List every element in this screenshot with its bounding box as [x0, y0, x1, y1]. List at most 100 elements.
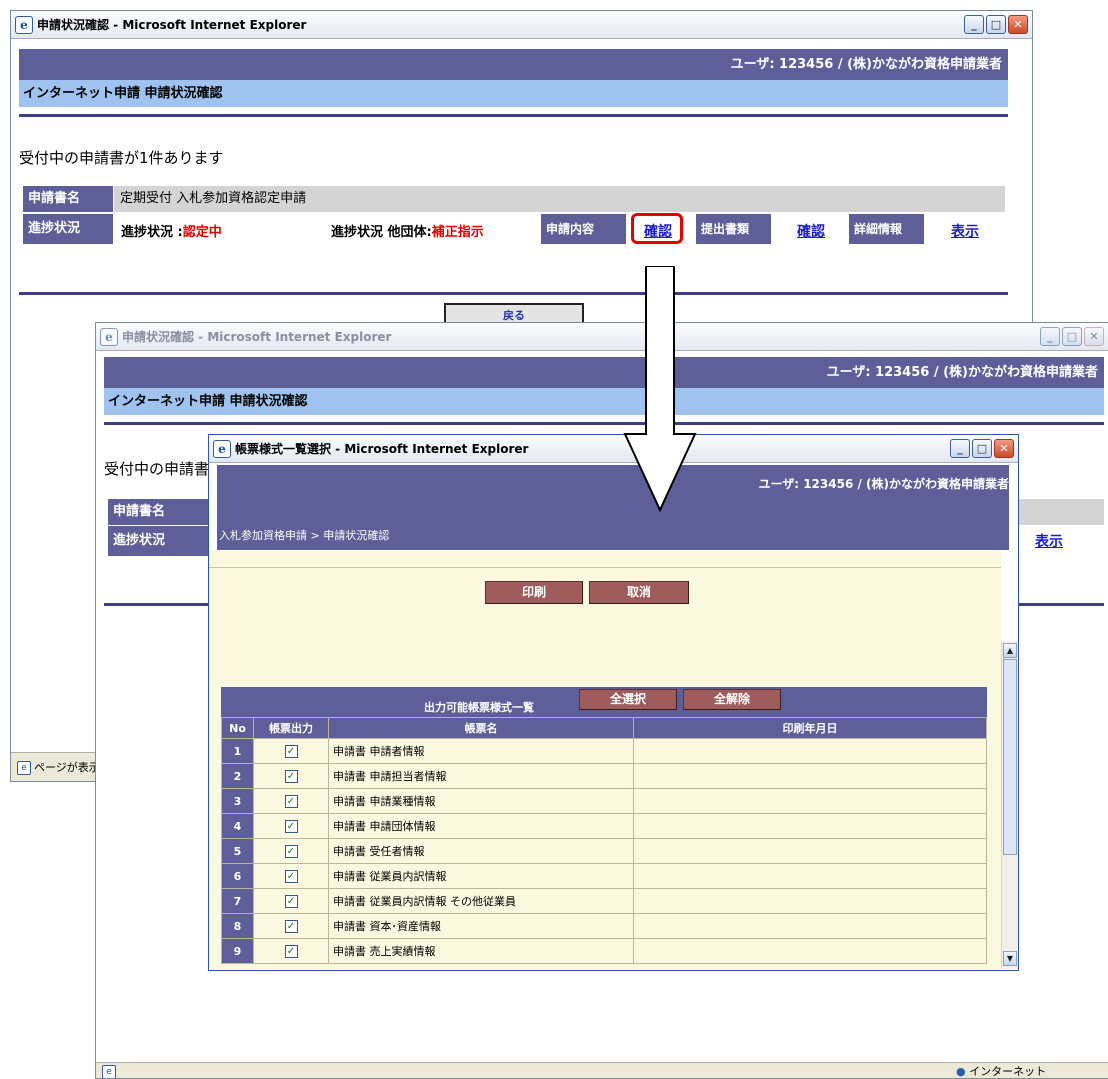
row-number: 5: [221, 838, 254, 864]
close-icon[interactable]: ✕: [1084, 327, 1104, 346]
close-icon[interactable]: ✕: [1008, 15, 1028, 34]
progress-label: 進捗状況: [108, 526, 208, 556]
row-number: 7: [221, 888, 254, 914]
form-name: 申請書 資本･資産情報: [328, 913, 634, 939]
ie-icon: e: [15, 15, 33, 34]
list-title: 出力可能帳票様式一覧: [424, 701, 534, 714]
zone-indicator: ● インターネット: [956, 1063, 1046, 1078]
message-text: 受付中の申請書: [104, 460, 210, 478]
table-header-row: No 帳票出力 帳票名 印刷年月日: [221, 717, 987, 739]
table-row: 8 ✓ 申請書 資本･資産情報: [221, 913, 987, 939]
print-date: [633, 838, 987, 864]
title-bar[interactable]: e 申請状況確認 - Microsoft Internet Explorer _…: [11, 11, 1032, 39]
header-rule: [104, 422, 1104, 425]
print-date: [633, 738, 987, 764]
status-bar: e ● インターネット: [96, 1062, 1108, 1078]
form-select-window: e 帳票様式一覧選択 - Microsoft Internet Explorer…: [208, 434, 1019, 971]
page-title: インターネット申請 申請状況確認: [23, 86, 223, 101]
output-checkbox[interactable]: ✓: [284, 770, 298, 783]
output-checkbox[interactable]: ✓: [284, 820, 298, 833]
print-date: [633, 863, 987, 889]
output-checkbox-cell: ✓: [253, 938, 329, 964]
print-date: [633, 763, 987, 789]
footer-rule: [19, 292, 1008, 295]
output-checkbox[interactable]: ✓: [284, 870, 298, 883]
output-checkbox-cell: ✓: [253, 813, 329, 839]
other-org-status-value: 補正指示: [431, 225, 484, 240]
print-button[interactable]: 印刷: [485, 581, 583, 604]
output-checkbox[interactable]: ✓: [284, 745, 298, 758]
row-number: 1: [221, 738, 254, 764]
form-name: 申請書 申請業種情報: [328, 788, 634, 814]
user-info: ユーザ: 123456 / (株)かながわ資格申請業者: [826, 365, 1098, 380]
form-name: 申請書 売上実績情報: [328, 938, 634, 964]
scroll-thumb[interactable]: [1003, 659, 1017, 855]
page-title: インターネット申請 申請状況確認: [108, 394, 308, 409]
window-title: 申請状況確認 - Microsoft Internet Explorer: [122, 330, 392, 344]
form-name: 申請書 従業員内訳情報: [328, 863, 634, 889]
row-number: 9: [221, 938, 254, 964]
clear-all-button[interactable]: 全解除: [683, 689, 781, 710]
form-name: 申請書 受任者情報: [328, 838, 634, 864]
print-date: [633, 813, 987, 839]
row-number: 8: [221, 913, 254, 939]
row-number: 2: [221, 763, 254, 789]
status-text: ページが表示: [34, 761, 100, 774]
form-list-table: No 帳票出力 帳票名 印刷年月日 1 ✓ 申請書 申請者情報 2 ✓ 申請書 申請担当者…: [221, 717, 987, 964]
output-checkbox-cell: ✓: [253, 763, 329, 789]
output-checkbox[interactable]: ✓: [284, 795, 298, 808]
scroll-down-icon[interactable]: ▼: [1003, 951, 1017, 966]
output-checkbox[interactable]: ✓: [284, 920, 298, 933]
vertical-scrollbar[interactable]: ▲ ▼: [1001, 641, 1018, 969]
progress-status-value: 認定中: [182, 225, 222, 240]
user-bar: ユーザ: 123456 / (株)かながわ資格申請業者: [19, 49, 1008, 80]
print-date: [633, 888, 987, 914]
form-name: 申請書 申請団体情報: [328, 813, 634, 839]
body-rule: [209, 567, 1001, 568]
table-row: 5 ✓ 申請書 受任者情報: [221, 838, 987, 864]
minimize-icon[interactable]: _: [950, 439, 970, 458]
form-name: 申請書 申請者情報: [328, 738, 634, 764]
output-checkbox[interactable]: ✓: [284, 845, 298, 858]
other-org-status-prefix: 進捗状況 他団体:: [331, 225, 432, 240]
other-org-status: 進捗状況 他団体:補正指示: [331, 221, 484, 240]
user-info: ユーザ: 123456 / (株)かながわ資格申請業者: [758, 477, 1009, 491]
minimize-icon[interactable]: _: [964, 15, 984, 34]
table-row: 4 ✓ 申請書 申請団体情報: [221, 813, 987, 839]
col-output: 帳票出力: [253, 717, 329, 739]
output-checkbox-cell: ✓: [253, 838, 329, 864]
documents-label: 提出書類: [696, 214, 771, 244]
maximize-icon[interactable]: □: [986, 15, 1006, 34]
output-checkbox-cell: ✓: [253, 913, 329, 939]
title-bar[interactable]: e 帳票様式一覧選択 - Microsoft Internet Explorer…: [209, 435, 1018, 463]
maximize-icon[interactable]: □: [972, 439, 992, 458]
col-print-date: 印刷年月日: [633, 717, 987, 739]
output-checkbox[interactable]: ✓: [284, 945, 298, 958]
maximize-icon[interactable]: □: [1062, 327, 1082, 346]
user-info: ユーザ: 123456 / (株)かながわ資格申請業者: [730, 57, 1002, 72]
breadcrumb: 入札参加資格申請 > 申請状況確認: [219, 529, 390, 542]
close-icon[interactable]: ✕: [994, 439, 1014, 458]
form-name: 申請書 従業員内訳情報 その他従業員: [328, 888, 634, 914]
documents-confirm-link[interactable]: 確認: [797, 221, 825, 241]
highlight-box: [631, 213, 683, 244]
detail-show-link[interactable]: 表示: [1035, 531, 1063, 551]
title-bar-inactive[interactable]: e 申請状況確認 - Microsoft Internet Explorer _…: [96, 323, 1108, 351]
minimize-icon[interactable]: _: [1040, 327, 1060, 346]
progress-label: 進捗状況: [23, 214, 113, 244]
row-number: 3: [221, 788, 254, 814]
header-rule: [19, 114, 1008, 117]
detail-show-link[interactable]: 表示: [951, 221, 979, 241]
table-row: 9 ✓ 申請書 売上実績情報: [221, 938, 987, 964]
output-checkbox-cell: ✓: [253, 738, 329, 764]
output-checkbox[interactable]: ✓: [284, 895, 298, 908]
col-form-name: 帳票名: [328, 717, 634, 739]
page-icon: e: [17, 761, 31, 775]
print-date: [633, 788, 987, 814]
application-name-value: 定期受付 入札参加資格認定申請: [114, 186, 1005, 212]
message-text: 受付中の申請書が1件あります: [19, 149, 224, 167]
form-name: 申請書 申請担当者情報: [328, 763, 634, 789]
scroll-up-icon[interactable]: ▲: [1003, 643, 1017, 658]
select-all-button[interactable]: 全選択: [579, 689, 677, 710]
cancel-button[interactable]: 取消: [589, 581, 689, 604]
